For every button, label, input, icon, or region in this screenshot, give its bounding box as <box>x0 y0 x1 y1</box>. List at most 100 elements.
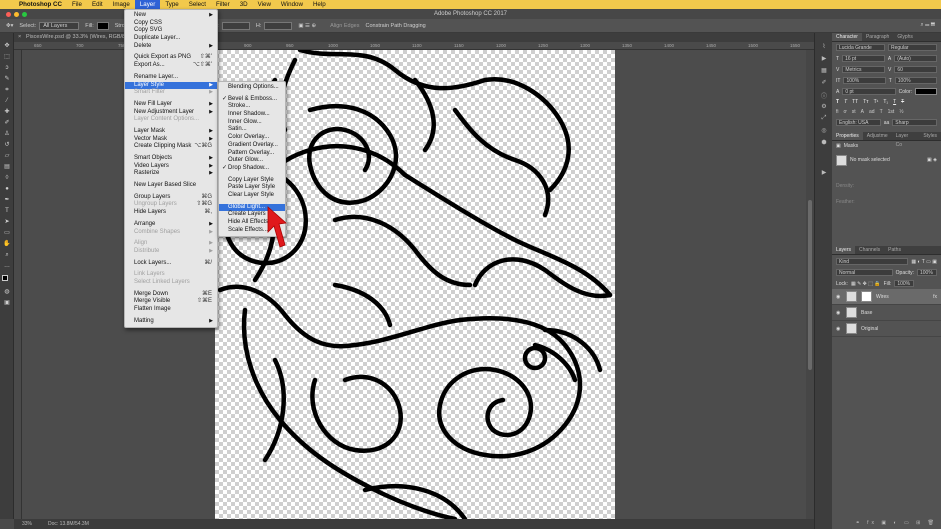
h-field[interactable] <box>264 21 293 30</box>
font-style-field[interactable]: Regular <box>888 44 937 51</box>
menu-item-color-overlay[interactable]: Color Overlay... <box>219 134 285 142</box>
menu-item-video-layers[interactable]: Video Layers ▶ <box>125 163 217 171</box>
hscale-field[interactable]: 100% <box>894 77 938 84</box>
language-dropdown[interactable]: English: USA <box>836 119 881 126</box>
menu-item-hide-layers[interactable]: Hide Layers ⌘, <box>125 209 217 217</box>
tracking-field[interactable]: 60 <box>894 66 937 73</box>
menu-item-duplicate-layer[interactable]: Duplicate Layer... <box>125 35 217 43</box>
menu-item-new-fill-layer[interactable]: New Fill Layer ▶ <box>125 101 217 109</box>
font-family-field[interactable]: Lucida Grande <box>836 44 885 51</box>
menu-item-smart-objects[interactable]: Smart Objects ▶ <box>125 155 217 163</box>
vertical-scrollbar[interactable] <box>806 50 814 519</box>
tab-layer-comps[interactable]: Layer Co <box>892 132 920 148</box>
text-color-swatch[interactable] <box>915 88 937 95</box>
eyedropper-tool-icon[interactable]: ⁄ <box>3 98 11 105</box>
more-tools-icon[interactable]: … <box>3 263 11 270</box>
tab-paths[interactable]: Paths <box>884 246 905 254</box>
dodge-tool-icon[interactable]: ● <box>3 186 11 193</box>
layer-row-base[interactable]: ◉ Base <box>832 305 941 321</box>
minimize-icon[interactable] <box>14 12 19 17</box>
kerning-field[interactable]: Metrics <box>842 66 885 73</box>
layer-name[interactable]: Wires <box>876 294 929 300</box>
eraser-tool-icon[interactable]: ▱ <box>3 153 11 160</box>
menu-item-rasterize[interactable]: Rasterize ▶ <box>125 170 217 178</box>
menu-item-layer-style[interactable]: Layer Style ▶ <box>125 81 217 90</box>
quick-mask-icon[interactable]: ◍ <box>3 289 11 296</box>
apple-icon[interactable] <box>4 0 14 9</box>
layer-row-wires[interactable]: ◉ Wires fx <box>832 289 941 305</box>
antialias-dropdown[interactable]: Sharp <box>892 119 937 126</box>
baseline-field[interactable]: 0 pt <box>842 88 896 95</box>
font-size-field[interactable]: 16 pt <box>842 55 885 62</box>
menu-item-copy-layer-style[interactable]: Copy Layer Style <box>219 177 285 185</box>
lasso-tool-icon[interactable]: ↄ <box>3 65 11 72</box>
crop-tool-icon[interactable]: ⌗ <box>3 87 11 94</box>
screen-mode-icon[interactable]: ▣ <box>3 300 11 307</box>
tab-adjustments[interactable]: Adjustme <box>863 132 892 140</box>
menu-item-inner-glow[interactable]: Inner Glow... <box>219 119 285 127</box>
shape-tool-icon[interactable]: ▭ <box>3 230 11 237</box>
vscale-field[interactable]: 100% <box>843 77 886 84</box>
menu-item-scale-effects[interactable]: Scale Effects... <box>219 227 285 235</box>
tab-layers[interactable]: Layers <box>832 246 856 254</box>
move-tool-icon[interactable]: ✥ <box>3 43 11 50</box>
menu-item-stroke[interactable]: Stroke... <box>219 103 285 111</box>
hand-tool-icon[interactable]: ✋ <box>3 241 11 248</box>
menu-filter[interactable]: Filter <box>211 0 235 9</box>
align-edges-checkbox[interactable]: Align Edges <box>330 23 359 29</box>
history-brush-icon[interactable]: ↺ <box>3 142 11 149</box>
path-ops-icon[interactable]: ▣ ☰ ⊕ <box>298 23 316 29</box>
navigator-icon[interactable]: ◎ <box>819 127 829 135</box>
layer-name[interactable]: Original <box>861 326 941 332</box>
marquee-tool-icon[interactable]: ⬚ <box>3 54 11 61</box>
tab-properties[interactable]: Properties <box>832 132 863 140</box>
path-select-tool-icon[interactable]: ➤ <box>3 219 11 226</box>
zoom-tool-icon[interactable]: ⌕ <box>3 252 11 259</box>
menu-item-rename-layer[interactable]: Rename Layer... <box>125 74 217 82</box>
3d-icon[interactable]: ⬢ <box>819 139 829 147</box>
menu-item-blending-options[interactable]: Blending Options... <box>219 84 285 92</box>
visibility-eye-icon[interactable]: ◉ <box>836 310 842 316</box>
menu-item-paste-layer-style[interactable]: Paste Layer Style <box>219 184 285 192</box>
menu-item-arrange[interactable]: Arrange ▶ <box>125 221 217 229</box>
leading-field[interactable]: (Auto) <box>894 55 937 62</box>
menu-item-outer-glow[interactable]: Outer Glow... <box>219 157 285 165</box>
menu-file[interactable]: File <box>67 0 87 9</box>
menu-item-global-light[interactable]: Global Light... <box>219 203 285 212</box>
menu-window[interactable]: Window <box>276 0 308 9</box>
menu-item-copy-css[interactable]: Copy CSS <box>125 20 217 28</box>
type-tool-icon[interactable]: T <box>3 208 11 215</box>
search-icon[interactable]: ⌕ ▭ ▤ <box>920 22 935 29</box>
menu-app[interactable]: Photoshop CC <box>14 0 67 9</box>
paths-icon[interactable]: ⤢ <box>819 115 829 123</box>
brush-tool-icon[interactable]: ✐ <box>3 120 11 127</box>
menu-item-export-as[interactable]: Export As... ⌥⇧⌘' <box>125 62 217 70</box>
layer-row-original[interactable]: ◉ Original <box>832 321 941 337</box>
tab-character[interactable]: Character <box>832 33 862 41</box>
menu-layer[interactable]: Layer <box>134 0 161 9</box>
menu-item-create-layers[interactable]: Create Layers <box>219 211 285 219</box>
menu-item-merge-visible[interactable]: Merge Visible ⇧⌘E <box>125 298 217 306</box>
tab-channels[interactable]: Channels <box>855 246 884 254</box>
menu-item-satin[interactable]: Satin... <box>219 126 285 134</box>
w-field[interactable] <box>221 21 250 30</box>
tool-presets-icon[interactable]: ⚙ <box>819 103 829 111</box>
select-dropdown[interactable]: All Layers <box>39 21 80 30</box>
menu-3d[interactable]: 3D <box>235 0 253 9</box>
blend-mode-dropdown[interactable]: Normal <box>836 269 893 276</box>
visibility-eye-icon[interactable]: ◉ <box>836 294 842 300</box>
history-icon[interactable]: ⌇ <box>819 43 829 51</box>
actions-icon[interactable]: ▶ <box>819 55 829 63</box>
menu-image[interactable]: Image <box>108 0 135 9</box>
menu-item-quick-export-as-png[interactable]: Quick Export as PNG ⇧⌘' <box>125 54 217 62</box>
move-tool-icon[interactable]: ✥▾ <box>6 23 13 29</box>
zoom-icon[interactable] <box>22 12 27 17</box>
menu-item-inner-shadow[interactable]: Inner Shadow... <box>219 111 285 119</box>
menu-item-gradient-overlay[interactable]: Gradient Overlay... <box>219 142 285 150</box>
layer-fill-field[interactable]: 100% <box>894 280 915 287</box>
close-tab-icon[interactable]: × <box>18 33 21 42</box>
menu-type[interactable]: Type <box>160 0 183 9</box>
constrain-checkbox[interactable]: Constrain Path Dragging <box>365 23 425 29</box>
menu-view[interactable]: View <box>253 0 276 9</box>
gradient-tool-icon[interactable]: ▤ <box>3 164 11 171</box>
